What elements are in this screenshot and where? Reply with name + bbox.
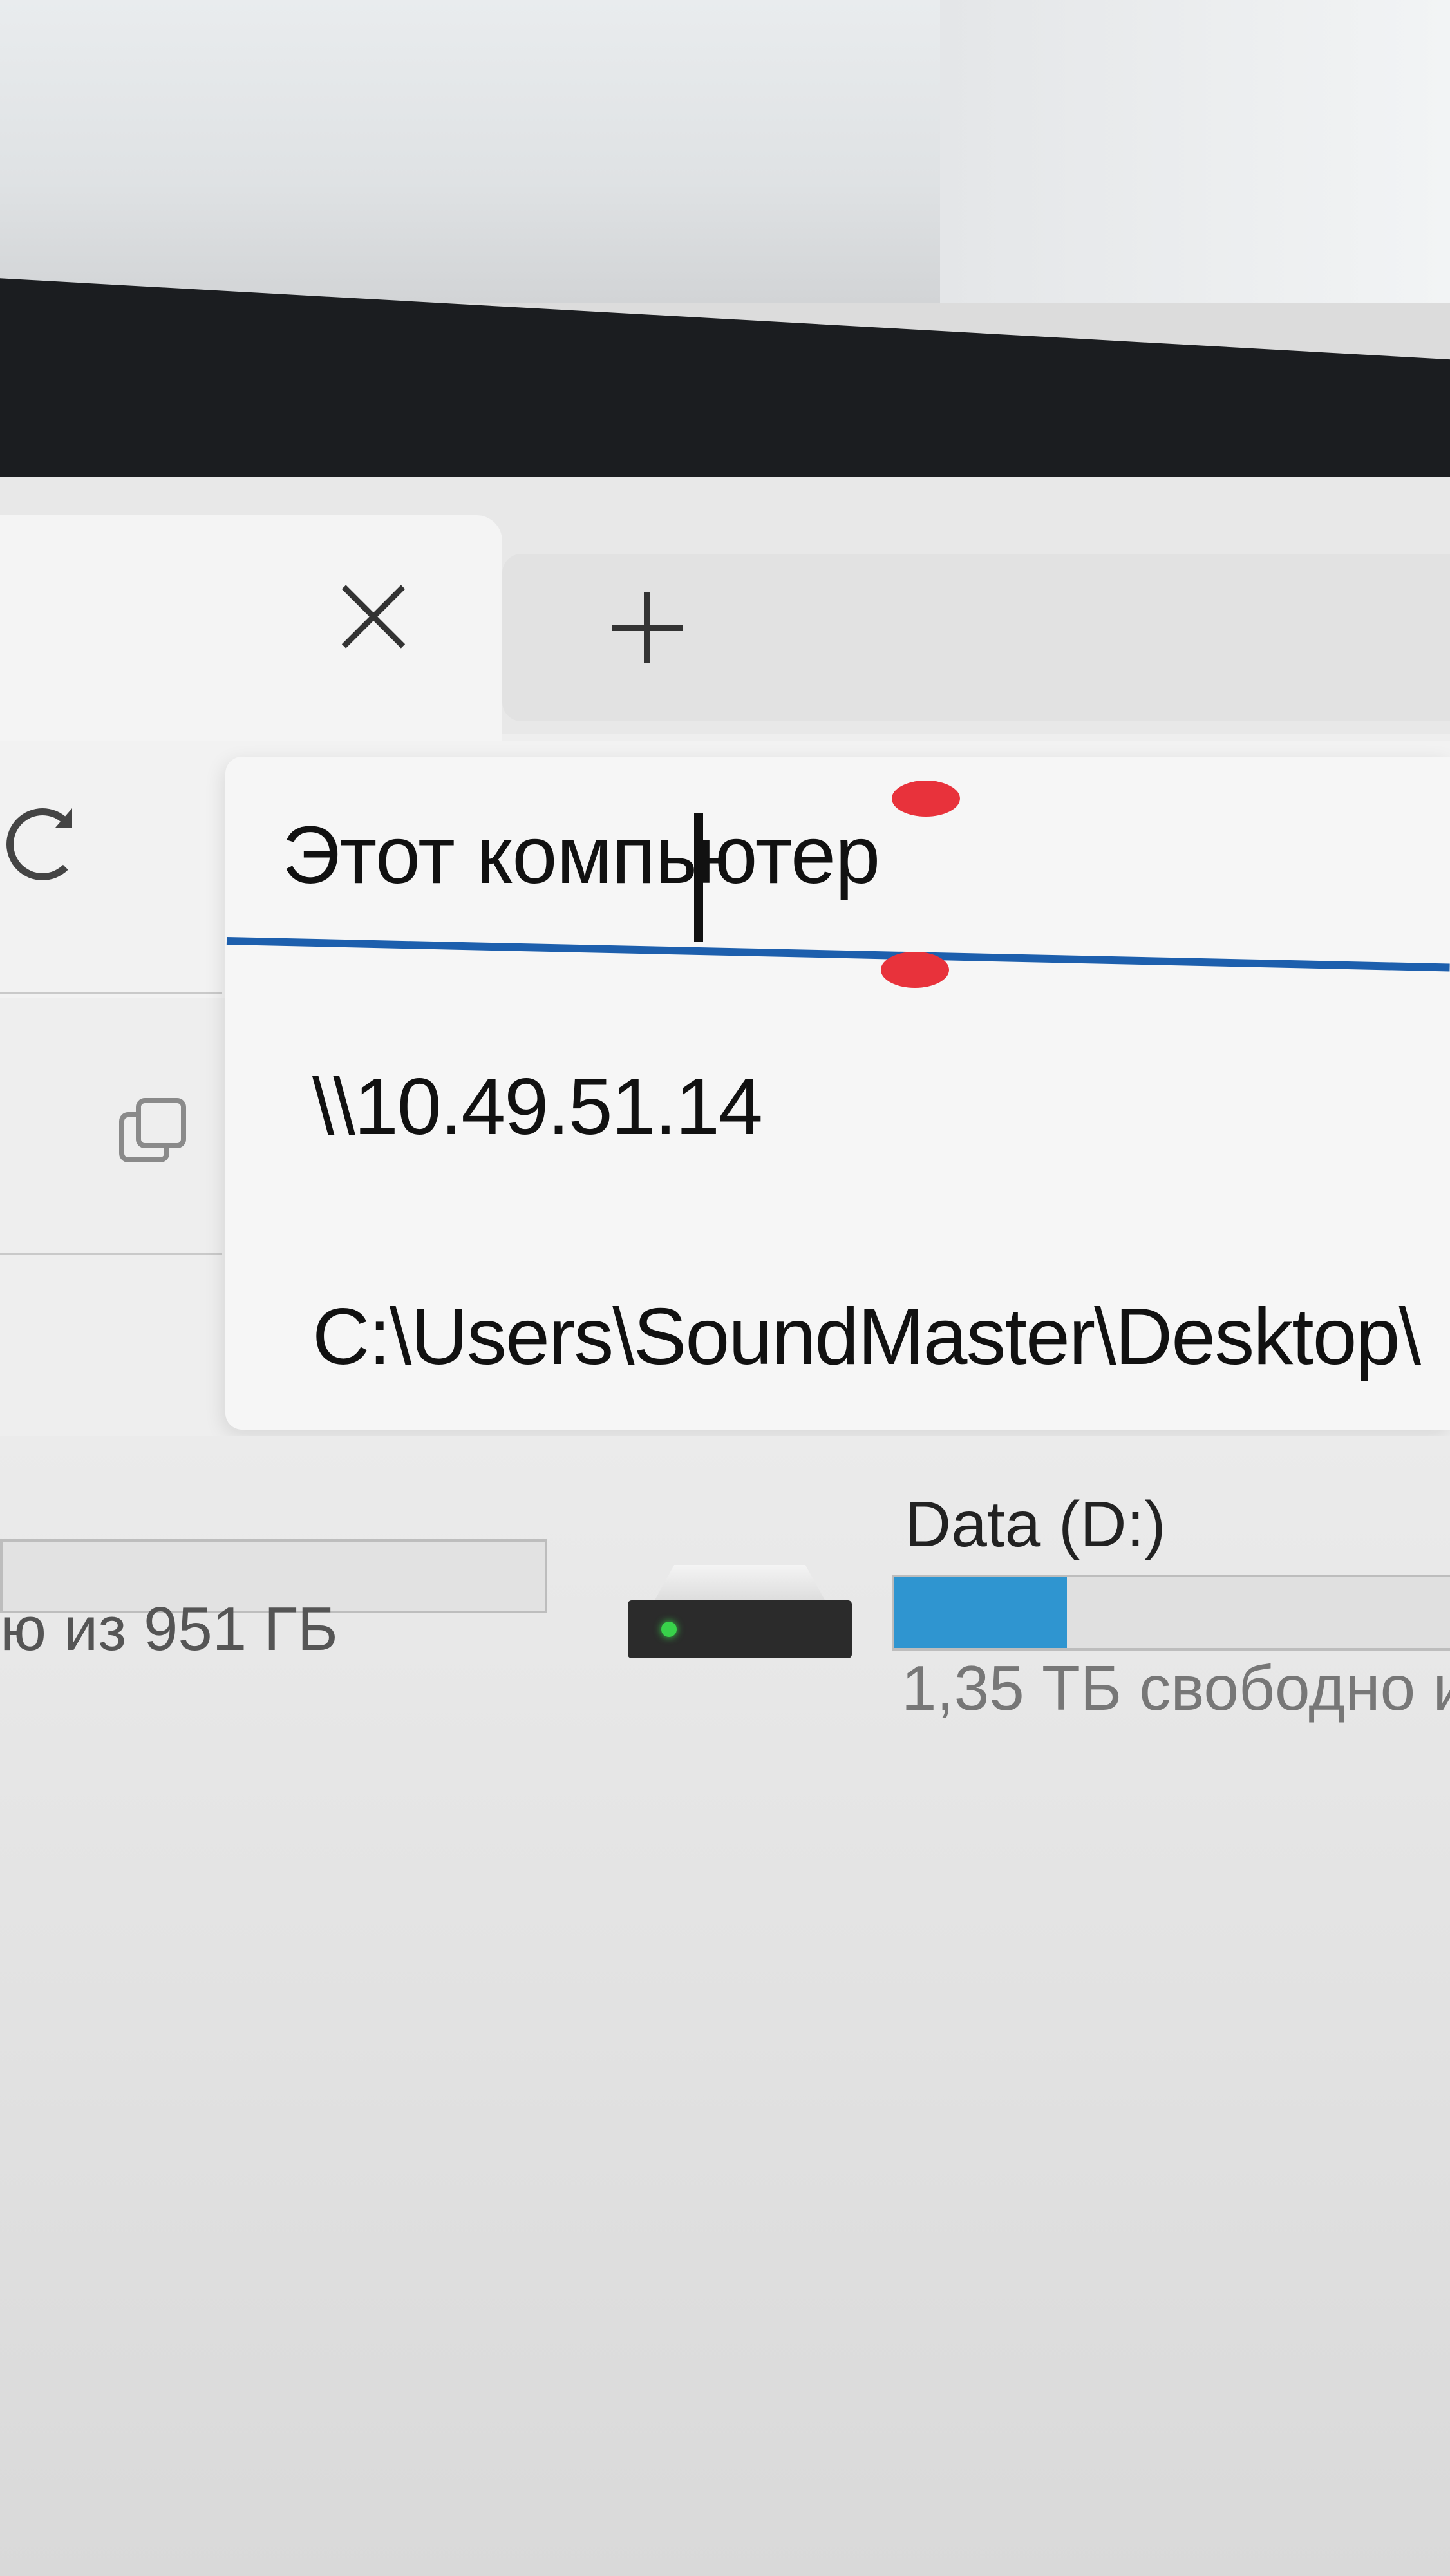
drive-icon[interactable] — [628, 1565, 852, 1658]
divider — [0, 992, 222, 994]
drive-d-caption: 1,35 ТБ свободно и — [901, 1653, 1450, 1723]
drive-d-usage-fill — [894, 1577, 1067, 1648]
plus-icon[interactable] — [599, 580, 695, 676]
address-input[interactable]: Этот компьютер — [225, 757, 1450, 950]
divider — [0, 1253, 222, 1255]
background-wall — [940, 0, 1450, 303]
selection-handle-top[interactable] — [892, 781, 960, 817]
close-icon[interactable] — [328, 573, 419, 663]
selection-handle-bottom[interactable] — [881, 952, 949, 988]
refresh-icon[interactable] — [0, 802, 84, 886]
suggestion-item[interactable]: C:\Users\SoundMaster\Desktop\ — [312, 1291, 1421, 1383]
drive-led-icon — [661, 1622, 677, 1637]
copy-icon[interactable] — [119, 1098, 196, 1175]
text-caret — [694, 813, 703, 942]
address-input-value[interactable]: Этот компьютер — [282, 808, 880, 902]
drive-d-usage-bar — [892, 1575, 1450, 1651]
tab-active[interactable] — [0, 515, 502, 747]
drive-d-label[interactable]: Data (D:) — [905, 1488, 1166, 1562]
suggestion-item[interactable]: \\10.49.51.14 — [312, 1061, 763, 1153]
drive-c-caption: ю из 951 ГБ — [0, 1595, 338, 1663]
